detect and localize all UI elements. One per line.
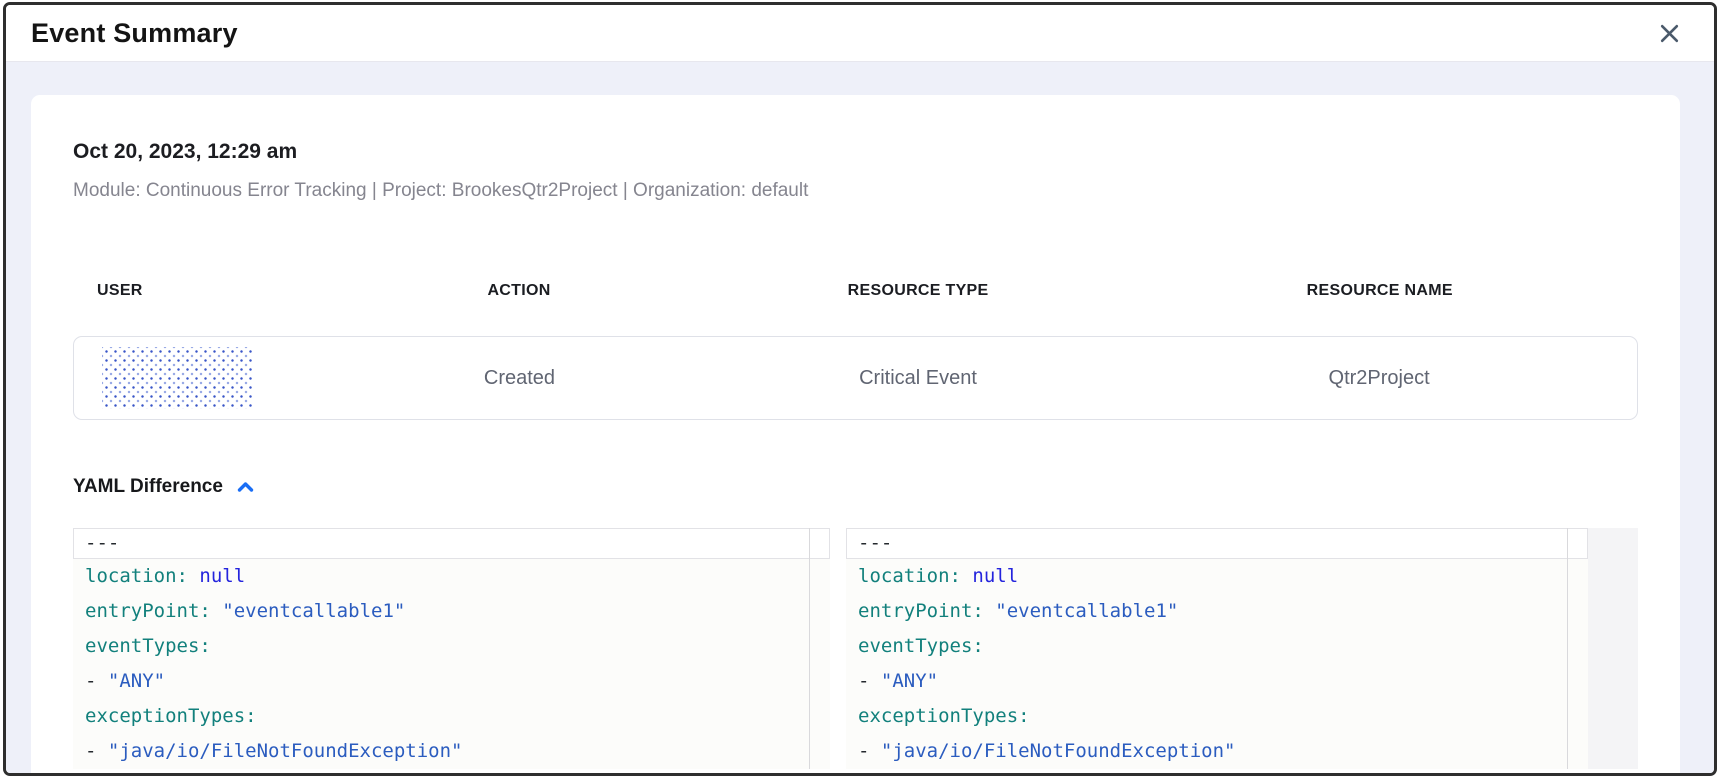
yaml-diff-right-editor[interactable]: ---location: nullentryPoint: "eventcalla…	[846, 528, 1588, 769]
action-cell: Created	[324, 367, 715, 390]
column-header-action: ACTION	[323, 282, 714, 300]
column-header-resource-name: RESOURCE NAME	[1122, 282, 1638, 300]
yaml-code-line: entryPoint: "eventcallable1"	[846, 594, 1588, 629]
modal-body: Oct 20, 2023, 12:29 am Module: Continuou…	[6, 62, 1714, 773]
modal-header: Event Summary	[6, 5, 1714, 62]
event-meta: Module: Continuous Error Tracking | Proj…	[73, 180, 1638, 202]
event-summary-modal: Event Summary Oct 20, 2023, 12:29 am Mod…	[3, 2, 1717, 776]
close-button[interactable]	[1654, 18, 1684, 48]
user-cell	[74, 347, 324, 409]
yaml-code-line: ---	[846, 528, 1588, 559]
column-header-resource-type: RESOURCE TYPE	[715, 282, 1122, 300]
yaml-code-line: location: null	[846, 559, 1588, 594]
right-panel-scrollbar-track[interactable]	[1588, 528, 1638, 769]
yaml-code-line: eventTypes:	[73, 629, 830, 664]
yaml-code-line: exceptionTypes:	[846, 699, 1588, 734]
yaml-code-right: ---location: nullentryPoint: "eventcalla…	[846, 528, 1588, 769]
yaml-code-line: eventTypes:	[846, 629, 1588, 664]
close-icon	[1658, 22, 1681, 45]
table-header-row: USER ACTION RESOURCE TYPE RESOURCE NAME	[73, 282, 1638, 300]
chevron-up-icon	[235, 479, 256, 495]
yaml-code-line: - "ANY"	[73, 664, 830, 699]
resource-type-cell: Critical Event	[715, 367, 1121, 390]
audit-table: USER ACTION RESOURCE TYPE RESOURCE NAME …	[73, 282, 1638, 420]
yaml-diff-left-editor[interactable]: ---location: nullentryPoint: "eventcalla…	[73, 528, 830, 769]
yaml-code-line: - "ANY"	[846, 664, 1588, 699]
event-timestamp: Oct 20, 2023, 12:29 am	[73, 140, 1638, 164]
yaml-code-line: ---	[73, 528, 830, 559]
yaml-difference-label: YAML Difference	[73, 476, 223, 498]
resource-name-cell: Qtr2Project	[1121, 367, 1637, 390]
yaml-code-line: entryPoint: "eventcallable1"	[73, 594, 830, 629]
yaml-code-line: - "java/io/FileNotFoundException"	[846, 734, 1588, 769]
yaml-code-line: location: null	[73, 559, 830, 594]
yaml-code-left: ---location: nullentryPoint: "eventcalla…	[73, 528, 830, 769]
page-title: Event Summary	[31, 18, 238, 49]
column-header-user: USER	[73, 282, 323, 300]
yaml-difference-toggle[interactable]: YAML Difference	[73, 476, 256, 498]
yaml-code-line: - "java/io/FileNotFoundException"	[73, 734, 830, 769]
yaml-diff-right-wrap: ---location: nullentryPoint: "eventcalla…	[846, 528, 1638, 769]
user-redacted-pattern	[102, 347, 252, 409]
yaml-code-line: exceptionTypes:	[73, 699, 830, 734]
table-row: Created Critical Event Qtr2Project	[73, 336, 1638, 420]
yaml-diff-panels: ---location: nullentryPoint: "eventcalla…	[73, 528, 1638, 769]
event-card: Oct 20, 2023, 12:29 am Module: Continuou…	[31, 95, 1680, 773]
